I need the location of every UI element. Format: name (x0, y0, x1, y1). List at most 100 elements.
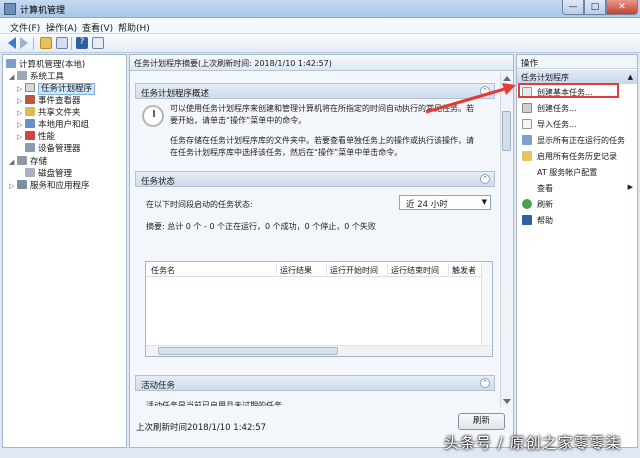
table-horizontal-scrollbar[interactable] (146, 345, 492, 356)
highlight-box (518, 83, 619, 98)
column-run-end[interactable]: 运行结束时间 (391, 265, 439, 276)
summary-content: 任务计划程序概述 ⌃ 可以使用任务计划程序来创建和管理计算机将在所指定的时间自动执… (130, 73, 500, 407)
expand-icon[interactable]: ▷ (17, 85, 25, 93)
tree-item-event-viewer[interactable]: ▷ 事件查看器 (17, 94, 81, 106)
annotation-arrow (425, 83, 516, 114)
tree-item-root[interactable]: 计算机管理(本地) (6, 58, 85, 70)
tree-item-services[interactable]: ▷ 服务和应用程序 (9, 179, 90, 191)
device-manager-icon (25, 143, 35, 152)
summary-vertical-scrollbar[interactable] (500, 73, 511, 407)
create-task-icon (522, 103, 532, 113)
computer-management-icon (4, 3, 16, 15)
action-enable-history[interactable]: 启用所有任务历史记录 (519, 149, 637, 164)
collapse-section-icon[interactable]: ⌃ (480, 174, 490, 184)
action-view[interactable]: 查看 ▶ (519, 181, 637, 196)
help-icon[interactable]: ? (76, 37, 88, 49)
column-task-name[interactable]: 任务名 (151, 265, 175, 276)
expand-icon[interactable]: ▷ (17, 133, 25, 141)
close-button[interactable]: ✕ (606, 0, 638, 15)
expand-icon[interactable]: ▷ (17, 109, 25, 117)
storage-icon (17, 156, 27, 165)
column-divider (448, 264, 449, 275)
scroll-up-icon[interactable] (503, 76, 511, 81)
tree-item-system-tools[interactable]: ◢ 系统工具 (9, 70, 64, 82)
expand-icon[interactable]: ▷ (17, 121, 25, 129)
column-divider (326, 264, 327, 275)
show-hide-tree-icon[interactable] (56, 37, 68, 49)
task-status-table[interactable]: 任务名 运行结果 运行开始时间 运行结束时间 触发者 (145, 261, 493, 357)
collapse-section-icon[interactable]: ⌃ (480, 378, 490, 388)
tree-item-device-manager[interactable]: 设备管理器 (25, 142, 81, 154)
column-run-result[interactable]: 运行结果 (280, 265, 312, 276)
status-period-select[interactable]: 近 24 小时 ▼ (399, 195, 491, 210)
up-folder-icon[interactable] (40, 37, 52, 49)
toolbar-divider (33, 37, 34, 50)
menu-help[interactable]: 帮助(H) (118, 21, 150, 34)
actions-group-task-scheduler[interactable]: 任务计划程序 ▲ (517, 70, 637, 84)
column-run-start[interactable]: 运行开始时间 (330, 265, 378, 276)
help-icon (522, 215, 532, 225)
tree-item-storage[interactable]: ◢ 存储 (9, 155, 47, 167)
performance-icon (25, 131, 35, 140)
collapse-icon[interactable]: ◢ (9, 73, 17, 81)
minimize-button[interactable]: — (562, 0, 584, 15)
expand-icon[interactable]: ▷ (9, 182, 17, 190)
scrollbar-thumb[interactable] (158, 347, 338, 355)
back-icon[interactable] (8, 37, 16, 49)
actions-pane: 操作 任务计划程序 ▲ 创建基本任务... 创建任务... 导入任务... 显示所… (516, 54, 638, 448)
summary-header: 任务计划程序摘要(上次刷新时间: 2018/1/10 1:42:57) (130, 55, 513, 71)
table-header: 任务名 运行结果 运行开始时间 运行结束时间 触发者 (146, 262, 492, 277)
menu-action[interactable]: 操作(A) (46, 21, 77, 34)
action-label: 启用所有任务历史记录 (537, 152, 617, 161)
tree-item-local-users[interactable]: ▷ 本地用户和组 (17, 118, 89, 130)
title-bar: 计算机管理 — □ ✕ (0, 0, 640, 18)
maximize-button[interactable]: □ (584, 0, 606, 15)
services-icon (17, 180, 27, 189)
menu-file[interactable]: 文件(F) (10, 21, 40, 34)
action-help[interactable]: 帮助 (519, 213, 637, 228)
action-show-running-tasks[interactable]: 显示所有正在运行的任务 (519, 133, 637, 148)
forward-icon[interactable] (20, 37, 28, 49)
watermark: 头条号 / 原创之家零零柒 (444, 434, 622, 452)
status-summary: 摘要: 总计 0 个 - 0 个正在运行，0 个成功，0 个停止，0 个失败 (146, 222, 376, 231)
collapse-icon[interactable]: ▲ (628, 73, 633, 81)
overview-paragraph-2: 任务存储在任务计划程序库的文件夹中。若要查看单独任务上的操作或执行该操作，请在任… (170, 136, 474, 157)
action-label: AT 服务帐户配置 (537, 168, 598, 177)
actions-header: 操作 (517, 55, 637, 69)
refresh-button[interactable]: 刷新 (458, 413, 505, 430)
action-import-task[interactable]: 导入任务... (519, 117, 637, 132)
action-label: 创建任务... (537, 104, 577, 113)
scroll-down-icon[interactable] (503, 399, 511, 404)
last-refresh-time: 上次刷新时间2018/1/10 1:42:57 (136, 423, 267, 433)
menu-view[interactable]: 查看(V) (82, 21, 113, 34)
menu-bar: 文件(F) 操作(A) 查看(V) 帮助(H) (0, 18, 640, 34)
status-title: 任务状态 (141, 177, 176, 187)
active-tasks-section-header[interactable]: 活动任务 ⌃ (135, 375, 495, 391)
status-period-label: 在以下时间段启动的任务状态: (146, 200, 253, 209)
table-vertical-scrollbar[interactable] (481, 262, 492, 346)
tree-item-disk-management[interactable]: 磁盘管理 (25, 167, 72, 179)
action-create-task[interactable]: 创建任务... (519, 101, 637, 116)
tree-item-task-scheduler[interactable]: ▷ 任务计划程序 (17, 82, 96, 95)
shared-folder-icon (25, 107, 35, 116)
tree-item-shared-folders[interactable]: ▷ 共享文件夹 (17, 106, 81, 118)
submenu-arrow-icon: ▶ (627, 183, 633, 191)
overview-title: 任务计划程序概述 (141, 89, 210, 99)
toolbar: ? (0, 34, 640, 53)
active-tasks-title: 活动任务 (141, 381, 176, 391)
navigation-tree: 计算机管理(本地) ◢ 系统工具 ▷ 任务计划程序 ▷ 事件查看器 ▷ 共享文件夹 ▷ 本… (2, 54, 127, 448)
active-tasks-description: 活动任务是当前已启用且未过期的任务。 (146, 401, 290, 406)
disk-icon (25, 168, 35, 177)
action-at-service-config[interactable]: AT 服务帐户配置 (519, 165, 637, 180)
show-hide-action-pane-icon[interactable] (92, 37, 104, 49)
status-section-header[interactable]: 任务状态 ⌃ (135, 171, 495, 187)
running-tasks-icon (522, 135, 532, 145)
action-label: 显示所有正在运行的任务 (537, 136, 625, 145)
tree-item-performance[interactable]: ▷ 性能 (17, 130, 55, 142)
refresh-icon (522, 199, 532, 209)
column-triggered-by[interactable]: 触发者 (452, 265, 476, 276)
expand-icon[interactable]: ▷ (17, 97, 25, 105)
collapse-icon[interactable]: ◢ (9, 158, 17, 166)
computer-icon (6, 59, 16, 68)
action-refresh[interactable]: 刷新 (519, 197, 637, 212)
